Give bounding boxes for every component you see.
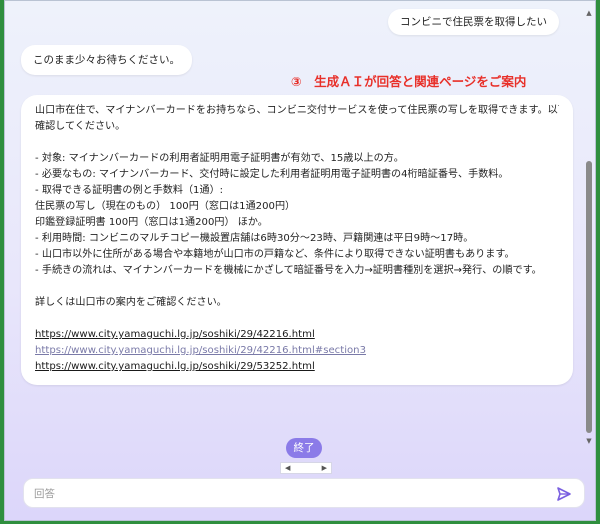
pager: ◀ ▶ (280, 462, 332, 474)
scrollbar[interactable]: ▲ ▼ (585, 9, 593, 445)
answer-line: - 手続きの流れは、マイナンバーカードを機械にかざして暗証番号を入力→証明書種別… (35, 265, 542, 276)
scroll-thumb[interactable] (586, 161, 592, 433)
user-message: コンビニで住民票を取得したい (388, 9, 559, 35)
reference-link[interactable]: https://www.city.yamaguchi.lg.jp/soshiki… (35, 329, 315, 340)
answer-gap (35, 279, 559, 295)
bot-wait-message: このまま少々お待ちください。 (21, 45, 192, 75)
bot-answer: 山口市在住で、マイナンバーカードをお持ちなら、コンビニ交付サービスを使って住民票… (21, 95, 573, 385)
bot-wait-text: このまま少々お待ちください。 (33, 54, 180, 66)
answer-line: - 必要なもの: マイナンバーカード、交付時に設定した利用者証明用電子証明書の4… (35, 169, 509, 180)
answer-input[interactable] (34, 485, 534, 503)
pager-prev-icon[interactable]: ◀ (285, 464, 290, 472)
pager-next-icon[interactable]: ▶ (322, 464, 327, 472)
end-button[interactable]: 終了 (286, 438, 322, 458)
answer-line: 住民票の写し（現在のもの） 100円（窓口は1通200円） (35, 201, 296, 212)
annotation-label: ③ 生成ＡＩが回答と関連ページをご案内 (291, 74, 527, 89)
user-message-text: コンビニで住民票を取得したい (400, 16, 547, 28)
send-icon[interactable] (556, 486, 572, 502)
scroll-down-arrow-icon[interactable]: ▼ (585, 437, 593, 445)
answer-gap (35, 135, 559, 151)
answer-line: 山口市在住で、マイナンバーカードをお持ちなら、コンビニ交付サービスを使って住民票… (35, 105, 559, 116)
answer-input-box (23, 478, 585, 508)
scroll-up-arrow-icon[interactable]: ▲ (585, 9, 593, 17)
answer-line: - 山口市以外に住所がある場合や本籍地が山口市の戸籍など、条件により取得できない… (35, 249, 515, 260)
answer-line: - 対象: マイナンバーカードの利用者証明用電子証明書が有効で、15歳以上の方。 (35, 153, 404, 164)
reference-link[interactable]: https://www.city.yamaguchi.lg.jp/soshiki… (35, 345, 366, 356)
answer-line: - 取得できる証明書の例と手数料（1通）: (35, 185, 224, 196)
answer-line: 詳しくは山口市の案内をご確認ください。 (35, 297, 227, 308)
reference-link[interactable]: https://www.city.yamaguchi.lg.jp/soshiki… (35, 361, 315, 372)
answer-line: - 利用時間: コンビニのマルチコピー機設置店舗は6時30分～23時、戸籍関連は… (35, 233, 474, 244)
answer-line: 確認してください。 (35, 121, 126, 132)
answer-line: 印鑑登録証明書 100円（窓口は1通200円） ほか。 (35, 217, 268, 228)
chat-window: コンビニで住民票を取得したい このまま少々お待ちください。 ③ 生成ＡＩが回答と… (4, 0, 596, 521)
answer-gap (35, 311, 559, 327)
